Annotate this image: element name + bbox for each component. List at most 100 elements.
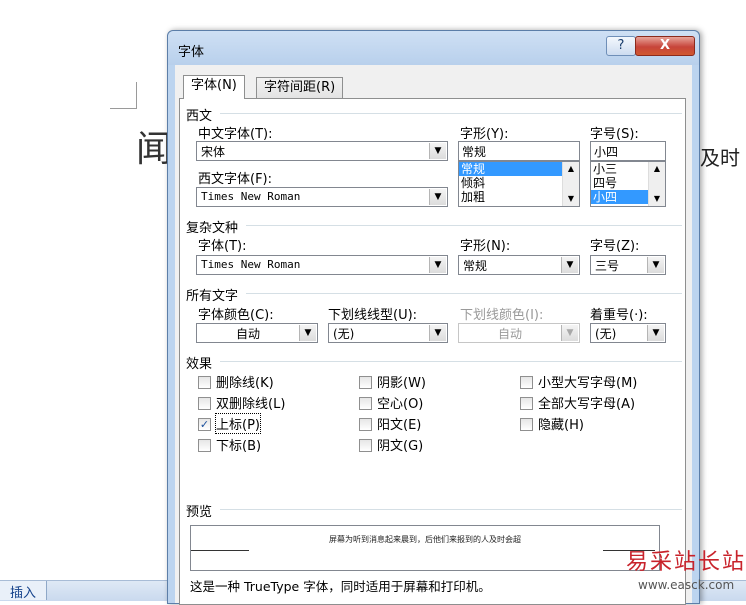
all-caps-label[interactable]: 全部大写字母(A) (538, 393, 635, 412)
strikethrough-checkbox[interactable] (198, 376, 211, 389)
hidden-checkbox[interactable] (520, 418, 533, 431)
list-item[interactable]: 常规 (459, 162, 579, 176)
chevron-down-icon[interactable]: ▼ (429, 189, 446, 205)
style-input-value: 常规 (462, 145, 487, 159)
complex-style-value: 常规 (463, 259, 488, 273)
chevron-down-icon[interactable]: ▼ (429, 257, 446, 273)
chevron-down-icon[interactable]: ▼ (299, 325, 316, 341)
cn-font-label: 中文字体(T): (198, 127, 273, 142)
section-effects: 效果 (186, 357, 213, 372)
font-dialog: 字体 ? X 字体(N) 字符间距(R) 西文 中文字体(T): 宋体 ▼ 西文… (167, 30, 700, 605)
scroll-down-icon[interactable]: ▼ (649, 192, 665, 206)
page-corner-mark (110, 82, 137, 109)
west-font-label: 西文字体(F): (198, 172, 273, 187)
chevron-down-icon[interactable]: ▼ (429, 325, 446, 341)
style-listbox[interactable]: 常规 倾斜 加粗 ▲ ▼ (458, 161, 580, 207)
underline-color-label: 下划线颜色(I): (460, 308, 544, 323)
preview-box: 屏幕为听到消息起来晨到，后他们来报到的人及时会超 (190, 525, 660, 571)
scroll-down-icon[interactable]: ▼ (563, 192, 579, 206)
double-strikethrough-label[interactable]: 双删除线(L) (216, 393, 285, 412)
small-caps-checkbox[interactable] (520, 376, 533, 389)
font-tab-page: 西文 中文字体(T): 宋体 ▼ 西文字体(F): Times New Roma… (179, 98, 686, 605)
chevron-down-icon[interactable]: ▼ (561, 257, 578, 273)
dialog-body: 字体(N) 字符间距(R) 西文 中文字体(T): 宋体 ▼ 西文字体(F): … (175, 65, 692, 605)
hidden-label[interactable]: 隐藏(H) (538, 414, 584, 433)
chevron-down-icon: ▼ (561, 325, 578, 341)
outline-label[interactable]: 空心(O) (377, 393, 423, 412)
list-item[interactable]: 加粗 (459, 190, 579, 204)
emboss-checkbox[interactable] (359, 418, 372, 431)
chevron-down-icon[interactable]: ▼ (429, 143, 446, 159)
section-preview: 预览 (186, 505, 213, 520)
section-divider (220, 509, 682, 510)
complex-size-label: 字号(Z): (590, 239, 640, 254)
watermark-title: 易采站长站 (626, 550, 746, 575)
strikethrough-label[interactable]: 删除线(K) (216, 372, 274, 391)
complex-size-combo[interactable]: 三号 ▼ (590, 255, 666, 275)
document-text-fragment-right: 及时 (700, 146, 740, 170)
style-input[interactable]: 常规 (458, 141, 580, 161)
section-complex-script: 复杂文种 (186, 221, 239, 236)
complex-size-value: 三号 (595, 259, 620, 273)
emphasis-mark-combo[interactable]: (无) ▼ (590, 323, 666, 343)
watermark-url: www.easck.com (638, 578, 735, 592)
help-button[interactable]: ? (606, 36, 636, 56)
subscript-label[interactable]: 下标(B) (216, 435, 261, 454)
preview-sample-text: 屏幕为听到消息起来晨到，后他们来报到的人及时会超 (329, 535, 521, 544)
preview-baseline-left (191, 550, 249, 551)
section-divider (220, 361, 682, 362)
superscript-checkbox[interactable]: ✓ (198, 418, 211, 431)
tab-character-spacing[interactable]: 字符间距(R) (256, 77, 344, 98)
scroll-up-icon[interactable]: ▲ (649, 162, 665, 176)
size-input[interactable]: 小四 (590, 141, 666, 161)
underline-style-value: (无) (333, 327, 355, 341)
font-color-combo[interactable]: 自动 ▼ (196, 323, 318, 343)
complex-font-label: 字体(T): (198, 239, 247, 254)
underline-style-label: 下划线线型(U): (328, 308, 418, 323)
ribbon-tab-insert[interactable]: 插入 (0, 581, 48, 601)
underline-color-value: 自动 (497, 327, 522, 341)
section-divider (220, 113, 682, 114)
engrave-checkbox[interactable] (359, 439, 372, 452)
complex-font-combo[interactable]: Times New Roman ▼ (196, 255, 448, 275)
underline-color-combo: 自动 ▼ (458, 323, 580, 343)
section-all-text: 所有文字 (186, 289, 239, 304)
outline-checkbox[interactable] (359, 397, 372, 410)
site-watermark: 易采站长站 www.easck.com (600, 540, 746, 600)
scrollbar[interactable]: ▲ ▼ (648, 162, 665, 206)
tab-font[interactable]: 字体(N) (183, 75, 245, 99)
font-description: 这是一种 TrueType 字体，同时适用于屏幕和打印机。 (190, 579, 491, 594)
shadow-label[interactable]: 阴影(W) (377, 372, 426, 391)
emboss-label[interactable]: 阳文(E) (377, 414, 421, 433)
scroll-up-icon[interactable]: ▲ (563, 162, 579, 176)
section-divider (246, 293, 682, 294)
dialog-titlebar[interactable]: 字体 ? X (168, 31, 699, 65)
complex-style-combo[interactable]: 常规 ▼ (458, 255, 580, 275)
dialog-title: 字体 (178, 45, 205, 60)
engrave-label[interactable]: 阴文(G) (377, 435, 423, 454)
emphasis-mark-value: (无) (595, 327, 617, 341)
size-input-value: 小四 (594, 145, 619, 159)
shadow-checkbox[interactable] (359, 376, 372, 389)
size-label: 字号(S): (590, 127, 639, 142)
close-button[interactable]: X (635, 36, 695, 56)
underline-style-combo[interactable]: (无) ▼ (328, 323, 448, 343)
subscript-checkbox[interactable] (198, 439, 211, 452)
section-western: 西文 (186, 109, 213, 124)
all-caps-checkbox[interactable] (520, 397, 533, 410)
west-font-value: Times New Roman (201, 190, 301, 203)
cn-font-value: 宋体 (201, 145, 226, 159)
cn-font-combo[interactable]: 宋体 ▼ (196, 141, 448, 161)
double-strikethrough-checkbox[interactable] (198, 397, 211, 410)
list-item[interactable]: 倾斜 (459, 176, 579, 190)
chevron-down-icon[interactable]: ▼ (647, 257, 664, 273)
superscript-label[interactable]: 上标(P) (215, 413, 261, 434)
small-caps-label[interactable]: 小型大写字母(M) (538, 372, 637, 391)
complex-font-value: Times New Roman (201, 258, 301, 271)
chevron-down-icon[interactable]: ▼ (647, 325, 664, 341)
size-listbox[interactable]: 小三 四号 小四 ▲ ▼ (590, 161, 666, 207)
scrollbar[interactable]: ▲ ▼ (562, 162, 579, 206)
west-font-combo[interactable]: Times New Roman ▼ (196, 187, 448, 207)
emphasis-mark-label: 着重号(·): (590, 308, 648, 323)
section-divider (246, 225, 682, 226)
